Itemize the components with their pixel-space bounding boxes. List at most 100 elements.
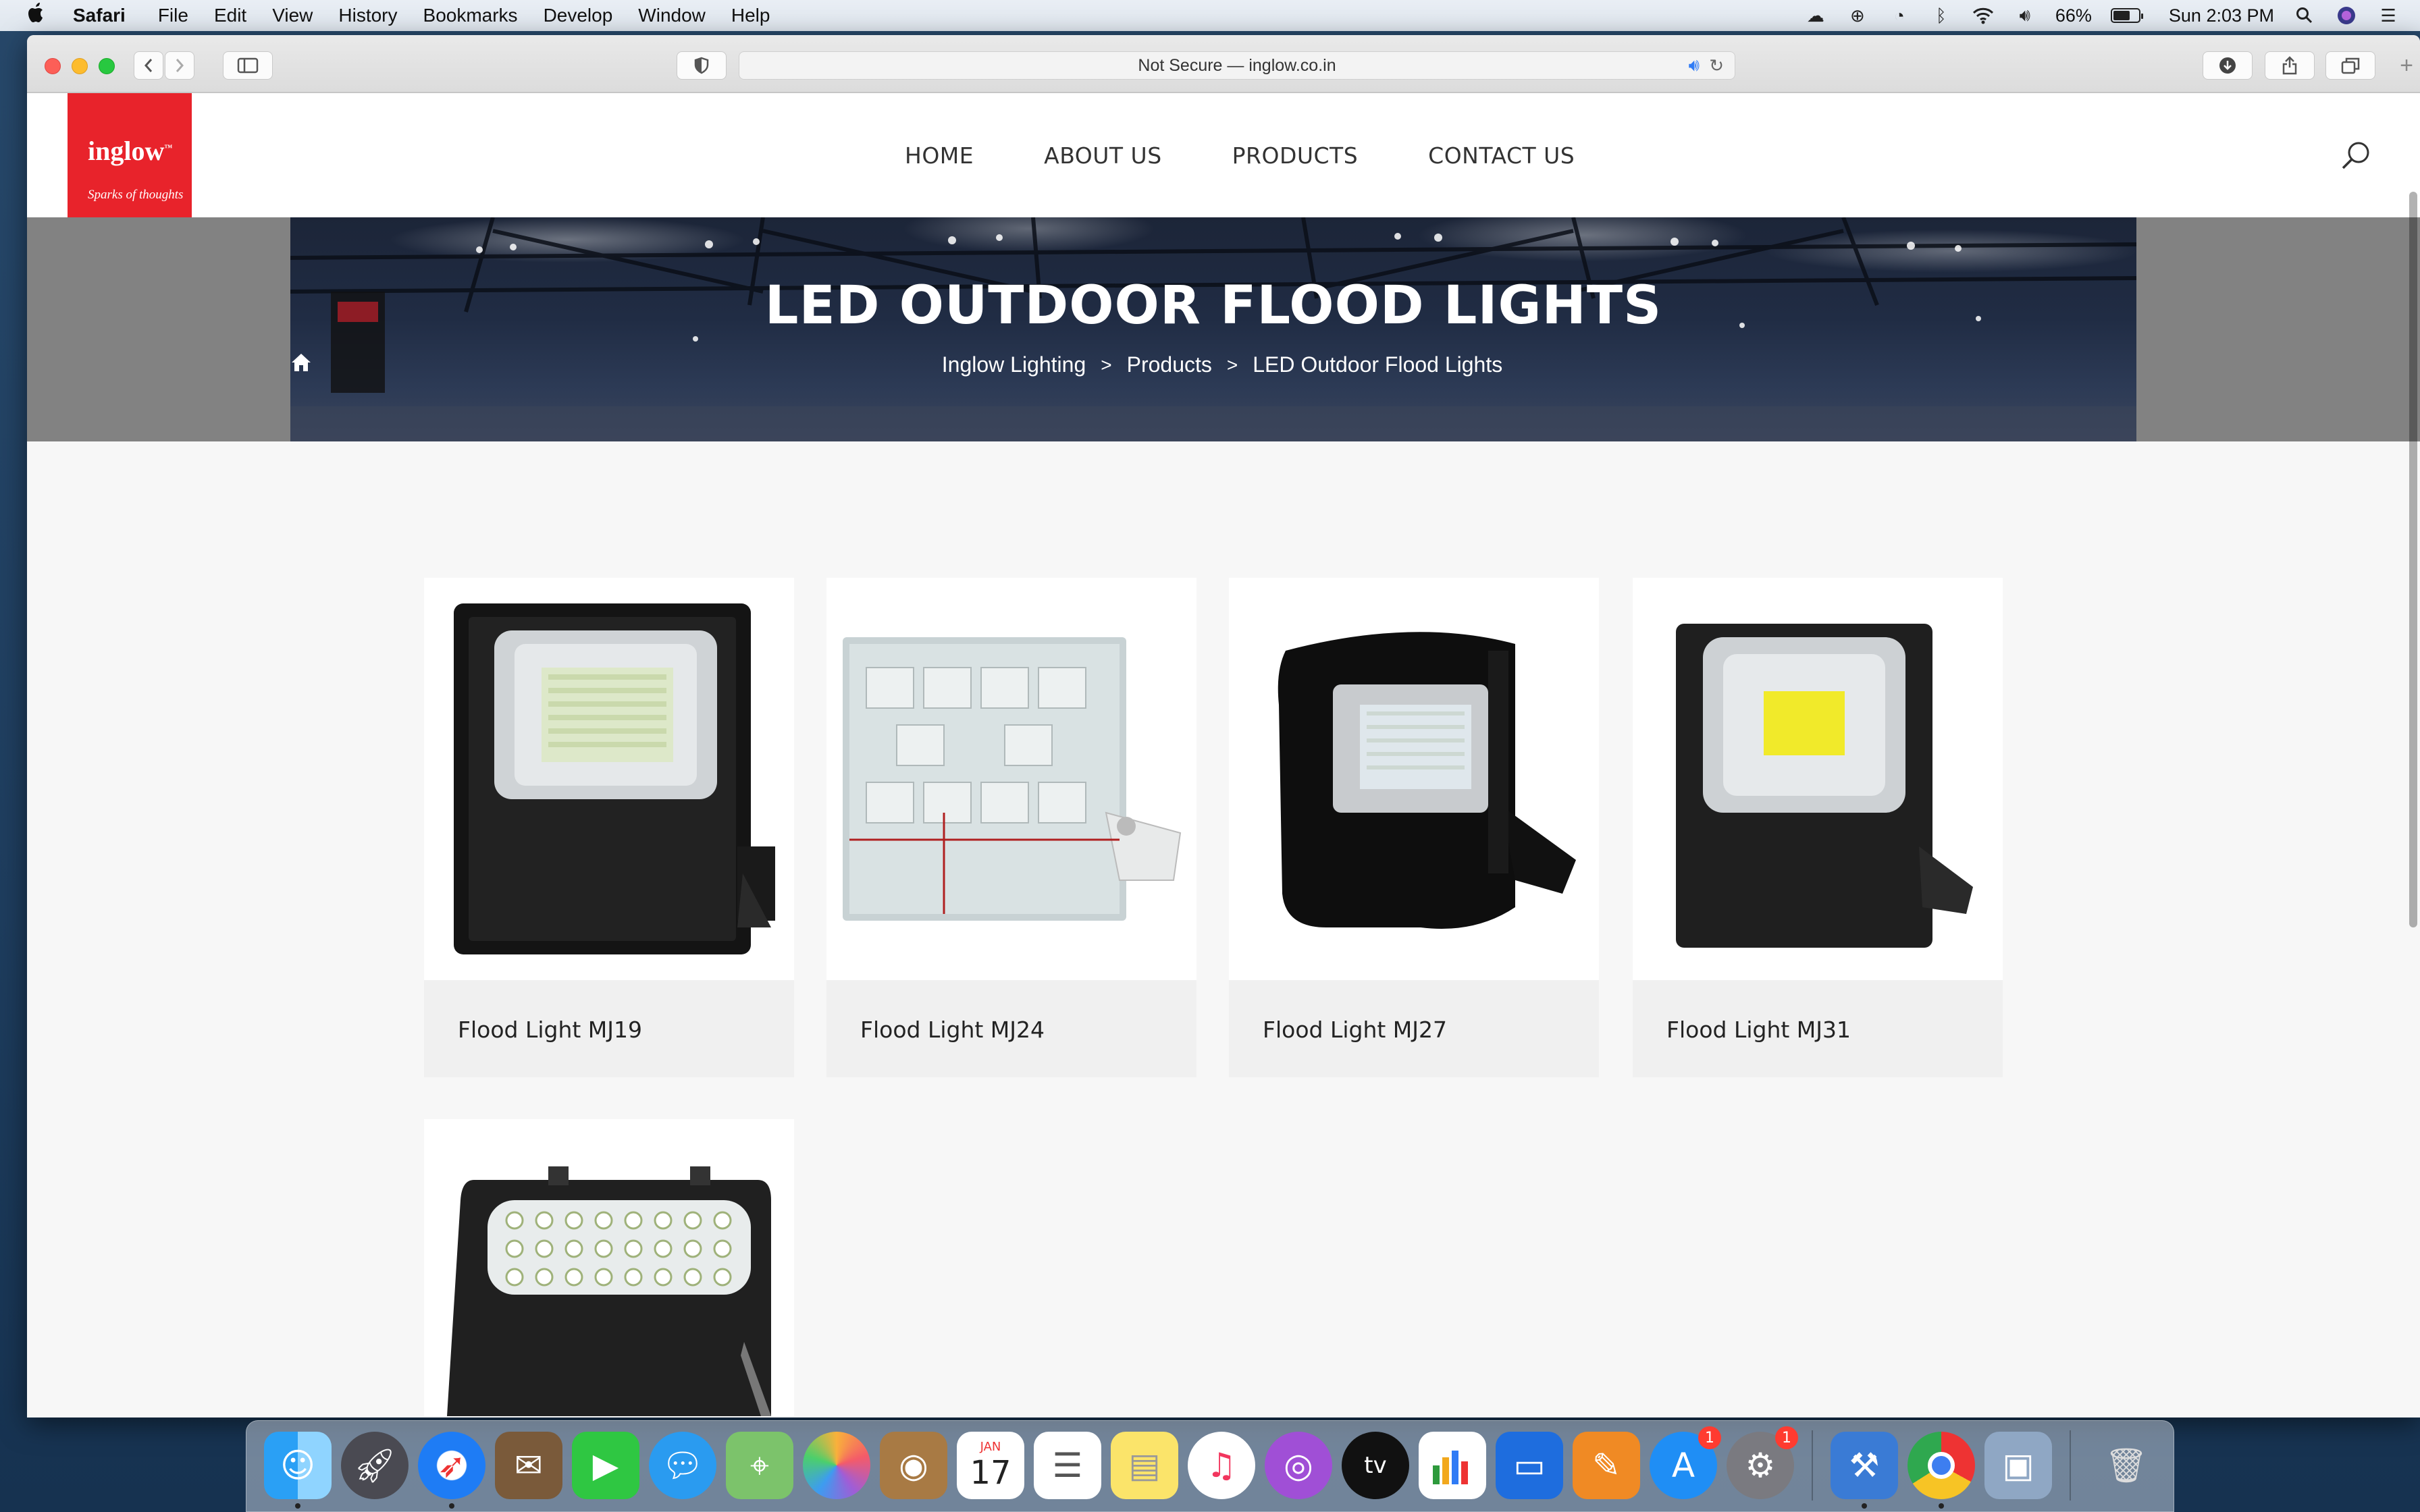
cloud-sync-icon[interactable]: ☁ (1804, 5, 1827, 26)
preview-icon[interactable]: ▣ (1984, 1432, 2052, 1499)
nav-home[interactable]: HOME (905, 142, 974, 169)
product-card[interactable] (424, 1119, 794, 1416)
product-title[interactable]: Flood Light MJ31 (1666, 1017, 1851, 1043)
led-chip (713, 1239, 732, 1258)
notes-icon[interactable]: ▤ (1111, 1432, 1178, 1499)
address-text: Not Secure — inglow.co.in (1138, 55, 1336, 75)
downloads-button[interactable] (2203, 51, 2253, 80)
spotlight-icon[interactable] (2293, 5, 2316, 26)
keynote-icon[interactable]: ▭ (1496, 1432, 1563, 1499)
breadcrumb-separator: > (1226, 354, 1238, 375)
messages-icon[interactable]: 💬︎ (649, 1432, 716, 1499)
product-image[interactable] (1229, 578, 1599, 980)
product-image[interactable] (424, 1119, 794, 1416)
led-chip (683, 1211, 702, 1230)
trash-icon[interactable]: 🗑︎ (2093, 1432, 2160, 1499)
numbers-icon[interactable] (1419, 1432, 1486, 1499)
wifi-icon[interactable] (1972, 5, 1995, 26)
led-chip (654, 1211, 673, 1230)
page-hero: LED OUTDOOR FLOOD LIGHTS Inglow Lighting… (27, 217, 2420, 441)
product-title[interactable]: Flood Light MJ27 (1263, 1017, 1447, 1043)
podcasts-icon[interactable]: ◎ (1265, 1432, 1332, 1499)
audio-playing-icon[interactable]: 🔊︎ (1689, 55, 1700, 76)
breadcrumb: Inglow Lighting > Products > LED Outdoor… (290, 352, 2136, 377)
tab-overview-button[interactable] (2325, 51, 2375, 80)
led-chip (505, 1268, 524, 1287)
reminders-icon[interactable]: ☰ (1034, 1432, 1101, 1499)
app-store-icon[interactable]: A1 (1650, 1426, 1721, 1499)
search-icon[interactable] (2339, 139, 2373, 173)
accessibility-icon[interactable]: ⊕ (1846, 5, 1869, 26)
calendar-day: 17 (970, 1453, 1011, 1492)
share-button[interactable] (2265, 51, 2315, 80)
launchpad-icon[interactable]: 🚀︎ (341, 1432, 409, 1499)
back-button[interactable] (134, 51, 163, 80)
product-card[interactable]: Flood Light MJ31 (1633, 578, 2003, 1077)
sidebar-toggle-button[interactable] (223, 51, 273, 80)
xcode-icon[interactable]: ⚒ (1831, 1432, 1898, 1499)
siri-icon[interactable] (2335, 5, 2358, 26)
battery-percent: 66% (2055, 5, 2092, 26)
nav-contact-us[interactable]: CONTACT US (1428, 142, 1575, 169)
main-nav: HOME ABOUT US PRODUCTS CONTACT US (905, 93, 1645, 217)
bluetooth-icon[interactable]: ᛒ (1930, 5, 1953, 26)
product-image[interactable] (1633, 578, 2003, 980)
time-machine-icon[interactable]: ◔ (1888, 5, 1911, 26)
photos-icon[interactable] (803, 1432, 870, 1499)
maps-icon[interactable]: ⌖ (726, 1432, 793, 1499)
led-chip (564, 1268, 583, 1287)
menu-history[interactable]: History (338, 5, 397, 26)
safari-running-dot (449, 1503, 454, 1509)
privacy-shield-button[interactable] (677, 51, 727, 80)
close-window-button[interactable] (45, 58, 61, 74)
product-card[interactable]: Flood Light MJ19 (424, 578, 794, 1077)
nav-about-us[interactable]: ABOUT US (1044, 142, 1162, 169)
menu-help[interactable]: Help (731, 5, 770, 26)
forward-button[interactable] (165, 51, 194, 80)
flood-light-image (843, 637, 1182, 921)
finder-icon[interactable]: ☺ (264, 1432, 332, 1499)
notification-center-icon[interactable]: ☰ (2377, 5, 2400, 26)
mail-stamp-icon[interactable]: ✉ (495, 1432, 562, 1499)
menu-extras: ☁ ⊕ ◔ ᛒ 🔊︎ 66% Sun 2:03 PM ☰ (1804, 0, 2400, 31)
clock[interactable]: Sun 2:03 PM (2169, 5, 2274, 26)
facetime-icon[interactable]: ▶ (572, 1432, 639, 1499)
battery-icon[interactable] (2110, 8, 2143, 23)
dock-separator (2070, 1430, 2071, 1501)
site-logo[interactable]: inglow™ Sparks of thoughts (68, 93, 192, 217)
product-title[interactable]: Flood Light MJ24 (860, 1017, 1045, 1043)
apple-menu-icon[interactable] (27, 2, 47, 29)
menu-bookmarks[interactable]: Bookmarks (423, 5, 518, 26)
menu-develop[interactable]: Develop (544, 5, 613, 26)
address-bar[interactable]: Not Secure — inglow.co.in 🔊︎ ↻ (739, 51, 1735, 80)
system-preferences-icon[interactable]: ⚙ 1 (1727, 1426, 1798, 1499)
minimize-window-button[interactable] (72, 58, 88, 74)
nav-products[interactable]: PRODUCTS (1232, 142, 1359, 169)
breadcrumb-products-link[interactable]: Products (1127, 352, 1212, 377)
product-title[interactable]: Flood Light MJ19 (458, 1017, 642, 1043)
product-image[interactable] (424, 578, 794, 980)
page-scrollbar[interactable] (2409, 192, 2417, 927)
breadcrumb-separator: > (1101, 354, 1112, 375)
breadcrumb-home-link[interactable]: Inglow Lighting (942, 352, 1086, 377)
app-store-badge: 1 (1698, 1426, 1721, 1449)
volume-icon[interactable]: 🔊︎ (2014, 5, 2036, 26)
calendar-icon[interactable]: JAN 17 (957, 1432, 1024, 1499)
menu-file[interactable]: File (158, 5, 188, 26)
new-tab-button[interactable]: + (2393, 51, 2420, 80)
menu-window[interactable]: Window (638, 5, 706, 26)
apple-tv-icon[interactable]: tv (1342, 1432, 1409, 1499)
pages-icon[interactable]: ✎ (1573, 1432, 1640, 1499)
music-icon[interactable]: ♫ (1188, 1432, 1255, 1499)
safari-icon[interactable]: ➶ (418, 1432, 485, 1499)
product-image[interactable] (826, 578, 1196, 980)
product-card[interactable]: Flood Light MJ27 (1229, 578, 1599, 1077)
product-card[interactable]: Flood Light MJ24 (826, 578, 1196, 1077)
chrome-icon[interactable] (1908, 1432, 1975, 1499)
reload-icon[interactable]: ↻ (1709, 55, 1724, 76)
menu-safari[interactable]: Safari (73, 5, 126, 26)
menu-view[interactable]: View (272, 5, 313, 26)
contacts-icon[interactable]: ◉ (880, 1432, 947, 1499)
menu-edit[interactable]: Edit (214, 5, 246, 26)
zoom-window-button[interactable] (99, 58, 115, 74)
